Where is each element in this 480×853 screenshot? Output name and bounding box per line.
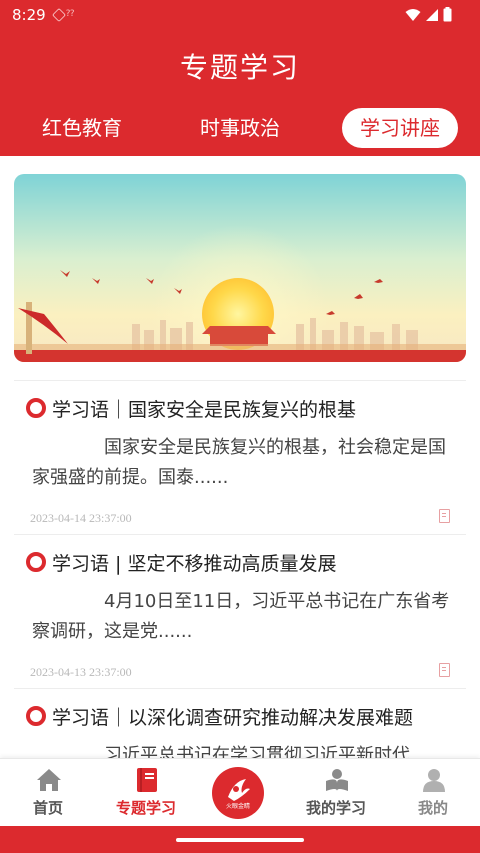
home-indicator[interactable] (176, 838, 304, 842)
gesture-bar (0, 826, 480, 853)
article-date: 2023-04-13 23:37:00 (30, 665, 132, 679)
article-item[interactable]: 学习语 | 坚定不移推动高质量发展 4月10日至11日，习近平总书记在广东省考察… (14, 534, 466, 688)
page-title: 专题学习 (179, 51, 300, 84)
bookmark-icon[interactable] (439, 509, 450, 523)
notification-icon-2: ⁇ (66, 9, 75, 19)
article-title[interactable]: 学习语 | 坚定不移推动高质量发展 (52, 549, 336, 576)
reading-icon (326, 769, 348, 791)
signal-icon (426, 8, 438, 21)
bookmark-icon[interactable] (439, 663, 450, 677)
home-icon (37, 769, 61, 791)
article-item[interactable]: 学习语｜国家安全是民族复兴的根基 国家安全是民族复兴的根基，社会稳定是国家强盛的… (14, 380, 466, 534)
center-logo-icon (228, 779, 250, 801)
article-item[interactable]: 学习语｜以深化调查研究推动解决发展难题 习近平总书记在学习贯彻习近平新时代 (14, 688, 466, 758)
article-date: 2023-04-14 23:37:00 (30, 511, 132, 525)
article-title[interactable]: 学习语｜以深化调查研究推动解决发展难题 (52, 703, 413, 730)
content-list[interactable]: 学习语｜国家安全是民族复兴的根基 国家安全是民族复兴的根基，社会稳定是国家强盛的… (0, 156, 480, 758)
banner-illustration (14, 174, 466, 362)
nav-my-study[interactable]: 我的学习 (291, 759, 381, 827)
battery-icon (443, 7, 452, 22)
tab-red-education[interactable]: 红色教育 (30, 108, 134, 148)
notification-icon (51, 7, 67, 23)
banner-image[interactable] (14, 174, 466, 362)
article-summary: 习近平总书记在学习贯彻习近平新时代 (104, 745, 410, 758)
article-title[interactable]: 学习语｜国家安全是民族复兴的根基 (52, 395, 356, 422)
nav-home[interactable]: 首页 (3, 759, 93, 827)
user-icon (423, 769, 445, 792)
tab-study-lectures[interactable]: 学习讲座 (342, 108, 458, 148)
tab-current-politics[interactable]: 时事政治 (188, 108, 292, 148)
bullet-circle-icon (26, 706, 46, 726)
wifi-icon (405, 8, 421, 21)
article-summary: 国家安全是民族复兴的根基，社会稳定是国家强盛的前提。国泰...... (32, 437, 446, 488)
book-icon (137, 768, 157, 792)
nav-my-study-label: 我的学习 (305, 799, 366, 817)
nav-me-label: 我的 (417, 799, 448, 817)
bullet-circle-icon (26, 552, 46, 572)
article-summary: 4月10日至11日，习近平总书记在广东省考察调研，这是党...... (32, 591, 450, 642)
header: 专题学习 红色教育 时事政治 学习讲座 (0, 32, 480, 156)
bullet-circle-icon (26, 398, 46, 418)
bottom-navigation: 首页 专题学习 火眼金睛 我的学习 我的 (0, 758, 480, 826)
nav-topic-study-label: 专题学习 (115, 799, 176, 817)
status-bar: 8:29 ⁇ (0, 0, 480, 32)
center-logo-label: 火眼金睛 (225, 803, 250, 810)
center-logo-button[interactable]: 火眼金睛 (212, 767, 264, 819)
status-time: 8:29 (12, 6, 46, 24)
tab-bar: 红色教育 时事政治 学习讲座 (0, 106, 480, 152)
nav-topic-study[interactable]: 专题学习 (101, 759, 191, 827)
nav-home-label: 首页 (32, 799, 63, 817)
nav-me[interactable]: 我的 (388, 759, 478, 827)
